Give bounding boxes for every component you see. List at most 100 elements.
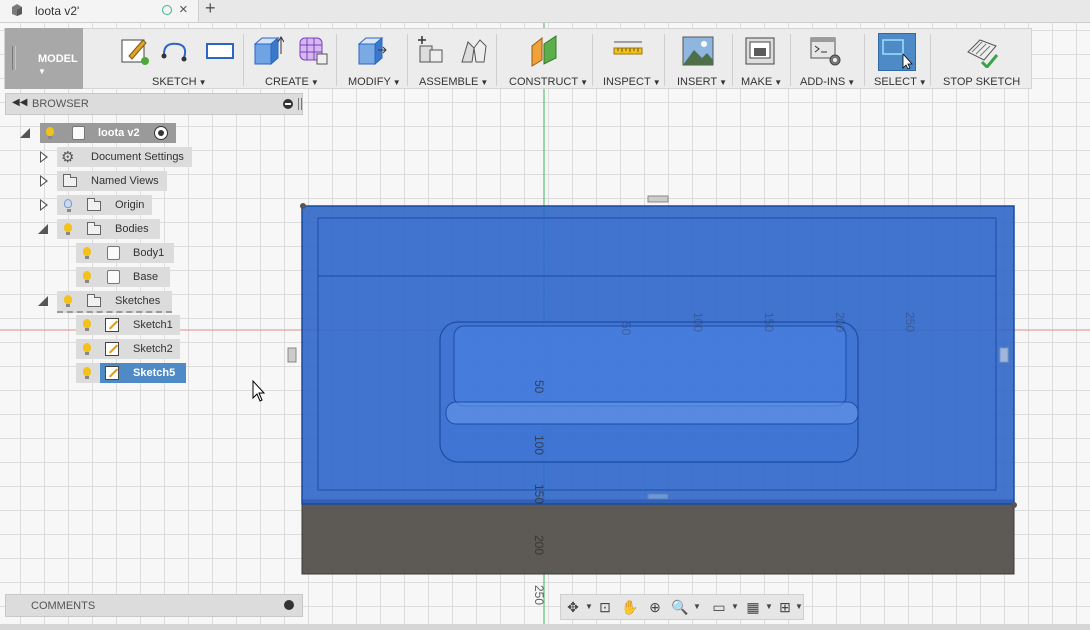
- close-tab-icon[interactable]: ×: [179, 1, 188, 18]
- sketch-icon: [105, 318, 119, 332]
- dimension-label: 150: [762, 312, 776, 332]
- modify-menu[interactable]: MODIFY ▼: [348, 76, 401, 88]
- browser-item-bodies[interactable]: Bodies: [57, 219, 160, 239]
- browser-item-origin[interactable]: Origin: [57, 195, 152, 215]
- browser-item-body1[interactable]: Body1: [76, 243, 174, 263]
- 3d-print-icon[interactable]: [744, 34, 776, 68]
- sketch-menu-label: SKETCH: [152, 76, 197, 88]
- extrude-tool-icon[interactable]: [252, 34, 284, 68]
- addins-menu[interactable]: ADD-INS ▼: [800, 76, 855, 88]
- form-tool-icon[interactable]: [297, 34, 329, 68]
- visibility-bulb-icon[interactable]: [46, 127, 54, 139]
- toolbar-separator: [243, 34, 244, 86]
- select-cursor-icon: [882, 39, 913, 70]
- pan-hand-icon[interactable]: ✋: [621, 599, 638, 615]
- browser-panel-header: ◀◀ BROWSER: [5, 93, 303, 115]
- expand-root-icon[interactable]: [20, 128, 30, 138]
- visibility-bulb-icon[interactable]: [64, 223, 72, 235]
- inspect-menu[interactable]: INSPECT ▼: [603, 76, 661, 88]
- insert-menu-label: INSERT: [677, 76, 718, 88]
- offset-plane-icon[interactable]: [528, 34, 560, 68]
- grid-settings-icon[interactable]: ▦: [745, 599, 761, 615]
- dimension-label: 250: [903, 312, 917, 332]
- assemble-menu[interactable]: ASSEMBLE ▼: [419, 76, 488, 88]
- minimize-browser-icon[interactable]: [283, 99, 293, 109]
- scripts-addins-icon[interactable]: [810, 34, 842, 68]
- browser-item-named-views[interactable]: Named Views: [57, 171, 167, 191]
- expand-sketches-icon[interactable]: [38, 296, 48, 306]
- grid-dropdown-icon[interactable]: ▼: [761, 599, 777, 615]
- workspace-switcher[interactable]: MODEL ▼: [5, 28, 83, 89]
- document-icon: [12, 4, 22, 16]
- add-comment-icon[interactable]: [284, 600, 294, 610]
- visibility-bulb-icon[interactable]: [83, 367, 91, 379]
- expand-named-views-icon[interactable]: [40, 175, 48, 187]
- make-menu[interactable]: MAKE ▼: [741, 76, 782, 88]
- expand-document-settings-icon[interactable]: [40, 151, 48, 163]
- fit-zoom-icon[interactable]: 🔍: [671, 599, 688, 615]
- new-tab-button[interactable]: +: [205, 0, 216, 19]
- toolbar-separator: [407, 34, 408, 86]
- browser-title: BROWSER: [32, 98, 89, 110]
- display-settings-icon[interactable]: ▭: [711, 599, 727, 615]
- body-icon: [107, 246, 120, 260]
- construct-menu[interactable]: CONSTRUCT ▼: [509, 76, 588, 88]
- press-pull-icon[interactable]: [356, 34, 388, 68]
- document-tab[interactable]: loota v2' ×: [0, 0, 199, 22]
- browser-item-sketch2[interactable]: Sketch2: [76, 339, 180, 359]
- display-dropdown-icon[interactable]: ▼: [727, 599, 743, 615]
- document-tab-title: loota v2': [35, 4, 80, 18]
- dropdown-caret-icon: ▼: [847, 78, 856, 87]
- dimension-label: 150: [532, 484, 546, 504]
- measure-icon[interactable]: [612, 34, 644, 68]
- panel-grip-icon[interactable]: [298, 98, 302, 110]
- collapse-panel-icon[interactable]: ◀◀: [12, 97, 27, 108]
- select-tool-button[interactable]: [878, 33, 916, 71]
- sketch-menu[interactable]: SKETCH ▼: [152, 76, 207, 88]
- visibility-bulb-icon[interactable]: [64, 295, 72, 307]
- look-at-icon[interactable]: ⊡: [597, 599, 613, 615]
- folder-icon: [63, 174, 77, 187]
- select-menu[interactable]: SELECT ▼: [874, 76, 927, 88]
- orbit-dropdown-icon[interactable]: ▼: [581, 599, 597, 615]
- browser-item-base[interactable]: Base: [76, 267, 170, 287]
- browser-item-document-settings[interactable]: ⚙ Document Settings: [57, 147, 192, 167]
- sketch1-label: Sketch1: [133, 319, 173, 331]
- dimension-label: 100: [532, 435, 546, 455]
- dropdown-caret-icon: ▼: [774, 78, 783, 87]
- rectangle-tool-icon[interactable]: [204, 34, 236, 68]
- visibility-bulb-icon[interactable]: [83, 343, 91, 355]
- browser-item-sketch1[interactable]: Sketch1: [76, 315, 180, 335]
- visibility-bulb-icon[interactable]: [83, 319, 91, 331]
- browser-item-sketch5[interactable]: Sketch5: [100, 363, 186, 383]
- activate-component-icon[interactable]: [154, 126, 168, 140]
- zoom-icon[interactable]: ⊕: [647, 599, 663, 615]
- stop-sketch-icon[interactable]: [966, 34, 998, 68]
- browser-root-node[interactable]: loota v2: [40, 123, 176, 143]
- expand-bodies-icon[interactable]: [38, 224, 48, 234]
- viewports-dropdown-icon[interactable]: ▼: [791, 599, 807, 615]
- create-menu[interactable]: CREATE ▼: [265, 76, 319, 88]
- comments-panel[interactable]: COMMENTS: [5, 594, 303, 617]
- gear-icon: ⚙: [61, 149, 75, 166]
- orbit-icon[interactable]: ✥: [565, 599, 581, 615]
- expand-origin-icon[interactable]: [40, 199, 48, 211]
- visibility-bulb-off-icon[interactable]: [64, 199, 72, 212]
- base-label: Base: [133, 271, 159, 283]
- joint-icon[interactable]: [458, 34, 490, 68]
- browser-item-sketches[interactable]: Sketches: [57, 291, 172, 313]
- visibility-bulb-icon[interactable]: [83, 247, 91, 259]
- zoom-dropdown-icon[interactable]: ▼: [689, 599, 705, 615]
- insert-image-icon[interactable]: [682, 34, 714, 68]
- arc-tool-icon[interactable]: [160, 34, 192, 68]
- insert-menu[interactable]: INSERT ▼: [677, 76, 727, 88]
- body-icon: [107, 270, 120, 284]
- dropdown-caret-icon: ▼: [580, 78, 588, 87]
- create-sketch-icon[interactable]: [119, 34, 151, 68]
- new-component-icon[interactable]: [414, 34, 446, 68]
- toolbar-separator: [592, 34, 593, 86]
- visibility-bulb-icon[interactable]: [83, 271, 91, 283]
- dropdown-caret-icon: ▼: [310, 78, 319, 87]
- tab-bar: loota v2' × +: [0, 0, 1090, 23]
- stop-sketch-button[interactable]: STOP SKETCH: [943, 76, 1020, 88]
